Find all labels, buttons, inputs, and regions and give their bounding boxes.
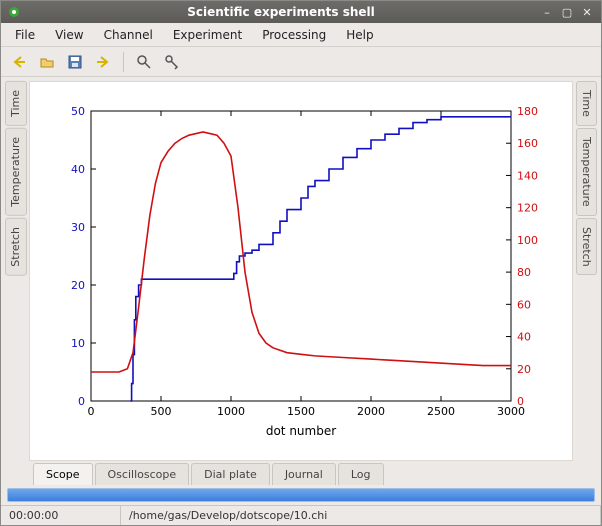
titlebar: Scientific experiments shell – ▢ ✕ <box>1 1 601 23</box>
vtab-left-temperature[interactable]: Temperature <box>5 128 27 216</box>
svg-text:1000: 1000 <box>217 405 245 418</box>
status-time: 00:00:00 <box>1 506 121 525</box>
toolbar <box>1 47 601 77</box>
save-button[interactable] <box>63 50 87 74</box>
tab-log[interactable]: Log <box>338 463 384 485</box>
progress-bar <box>7 488 595 502</box>
svg-text:140: 140 <box>517 169 538 182</box>
svg-text:180: 180 <box>517 105 538 118</box>
content-area: Time Temperature Stretch 050010001500200… <box>1 77 601 485</box>
app-window: Scientific experiments shell – ▢ ✕ File … <box>0 0 602 526</box>
open-button[interactable] <box>35 50 59 74</box>
svg-text:2500: 2500 <box>427 405 455 418</box>
menu-view[interactable]: View <box>47 25 91 45</box>
bottom-tabs: Scope Oscilloscope Dial plate Journal Lo… <box>29 461 573 485</box>
svg-text:500: 500 <box>151 405 172 418</box>
window-title: Scientific experiments shell <box>27 5 535 19</box>
svg-text:1500: 1500 <box>287 405 315 418</box>
tab-journal[interactable]: Journal <box>272 463 336 485</box>
svg-text:0: 0 <box>88 405 95 418</box>
menu-file[interactable]: File <box>7 25 43 45</box>
svg-text:10: 10 <box>71 337 85 350</box>
svg-text:50: 50 <box>71 105 85 118</box>
svg-text:20: 20 <box>517 363 531 376</box>
tab-scope[interactable]: Scope <box>33 463 93 485</box>
plot-area[interactable]: 0500100015002000250030000102030405002040… <box>29 81 573 461</box>
svg-text:160: 160 <box>517 137 538 150</box>
svg-text:2000: 2000 <box>357 405 385 418</box>
svg-text:dot number: dot number <box>266 424 336 438</box>
svg-text:40: 40 <box>71 163 85 176</box>
tag-button[interactable] <box>160 50 184 74</box>
status-path: /home/gas/Develop/dotscope/10.chi <box>121 506 601 525</box>
menu-channel[interactable]: Channel <box>96 25 161 45</box>
forward-button[interactable] <box>91 50 115 74</box>
app-icon <box>7 5 21 19</box>
svg-text:0: 0 <box>78 395 85 408</box>
maximize-button[interactable]: ▢ <box>559 5 575 19</box>
statusbar: 00:00:00 /home/gas/Develop/dotscope/10.c… <box>1 505 601 525</box>
left-vertical-tabs: Time Temperature Stretch <box>5 81 27 485</box>
minimize-button[interactable]: – <box>539 5 555 19</box>
right-vertical-tabs: Time Temperature Stretch <box>575 81 597 485</box>
vtab-left-time[interactable]: Time <box>5 81 27 126</box>
menubar: File View Channel Experiment Processing … <box>1 23 601 47</box>
svg-text:40: 40 <box>517 331 531 344</box>
svg-text:80: 80 <box>517 266 531 279</box>
close-button[interactable]: ✕ <box>579 5 595 19</box>
tab-dial-plate[interactable]: Dial plate <box>191 463 270 485</box>
menu-help[interactable]: Help <box>338 25 381 45</box>
svg-text:100: 100 <box>517 234 538 247</box>
svg-text:30: 30 <box>71 221 85 234</box>
svg-text:120: 120 <box>517 202 538 215</box>
tab-oscilloscope[interactable]: Oscilloscope <box>95 463 190 485</box>
svg-text:20: 20 <box>71 279 85 292</box>
toolbar-separator <box>123 52 124 72</box>
vtab-right-stretch[interactable]: Stretch <box>576 218 597 276</box>
center-panel: 0500100015002000250030000102030405002040… <box>29 81 573 485</box>
chart-svg: 0500100015002000250030000102030405002040… <box>41 101 561 441</box>
progress-row <box>1 485 601 505</box>
svg-text:0: 0 <box>517 395 524 408</box>
vtab-left-stretch[interactable]: Stretch <box>5 218 27 276</box>
vtab-right-temperature[interactable]: Temperature <box>576 128 597 216</box>
zoom-button[interactable] <box>132 50 156 74</box>
menu-processing[interactable]: Processing <box>254 25 334 45</box>
menu-experiment[interactable]: Experiment <box>165 25 250 45</box>
svg-text:60: 60 <box>517 298 531 311</box>
back-button[interactable] <box>7 50 31 74</box>
vtab-right-time[interactable]: Time <box>576 81 597 126</box>
